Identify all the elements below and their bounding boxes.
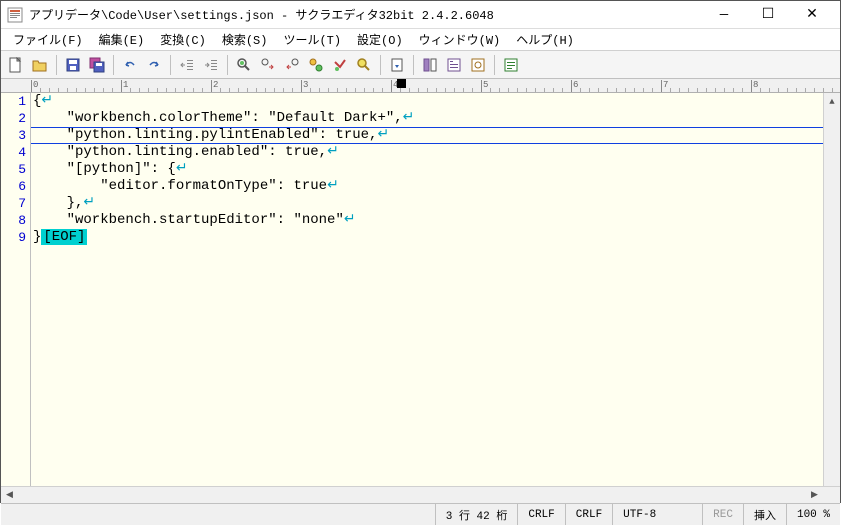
status-insert-mode: 挿入 (743, 504, 786, 525)
open-file-icon[interactable] (29, 54, 51, 76)
line-number: 9 (1, 229, 26, 246)
line-number: 8 (1, 212, 26, 229)
toolbar-separator (227, 55, 228, 75)
code-editor[interactable]: {↵ "workbench.colorTheme": "Default Dark… (31, 93, 823, 486)
toolbar-separator (380, 55, 381, 75)
macro-icon[interactable] (500, 54, 522, 76)
line-number: 2 (1, 110, 26, 127)
replace-icon[interactable] (305, 54, 327, 76)
outdent-icon[interactable] (176, 54, 198, 76)
menu-tool[interactable]: ツール(T) (275, 29, 349, 50)
toolbar-separator (494, 55, 495, 75)
search-prev-icon[interactable] (281, 54, 303, 76)
jump-icon[interactable] (386, 54, 408, 76)
titlebar: アプリデータ\Code\User\settings.json - サクラエディタ… (1, 1, 840, 29)
toolbar-separator (413, 55, 414, 75)
type-list-icon[interactable] (443, 54, 465, 76)
vertical-scrollbar[interactable]: ▲ (823, 93, 840, 486)
code-line[interactable]: "editor.formatOnType": true↵ (33, 178, 823, 195)
new-file-icon[interactable] (5, 54, 27, 76)
menu-edit[interactable]: 編集(E) (91, 29, 153, 50)
statusbar: 3 行 42 桁 CRLF CRLF UTF-8 REC 挿入 100 % (1, 503, 840, 525)
redo-icon[interactable] (143, 54, 165, 76)
outline-icon[interactable] (419, 54, 441, 76)
code-line[interactable]: {↵ (33, 93, 823, 110)
status-eol-file: CRLF (517, 504, 564, 525)
crlf-icon: ↵ (83, 195, 95, 211)
menu-settings[interactable]: 設定(O) (349, 29, 411, 50)
status-eol-line: CRLF (565, 504, 612, 525)
save-icon[interactable] (62, 54, 84, 76)
ruler: 0123456789 (1, 79, 840, 93)
maximize-button[interactable]: ☐ (746, 1, 790, 29)
menubar: ファイル(F) 編集(E) 変換(C) 検索(S) ツール(T) 設定(O) ウ… (1, 29, 840, 51)
crlf-icon: ↵ (327, 178, 339, 194)
grep-icon[interactable] (353, 54, 375, 76)
undo-icon[interactable] (119, 54, 141, 76)
status-position: 3 行 42 桁 (435, 504, 518, 525)
menu-search[interactable]: 検索(S) (214, 29, 276, 50)
crlf-icon: ↵ (327, 144, 339, 160)
menu-convert[interactable]: 変換(C) (152, 29, 214, 50)
crlf-icon: ↵ (377, 127, 389, 143)
scroll-right-icon[interactable]: ▶ (806, 487, 823, 503)
scroll-up-icon[interactable]: ▲ (824, 93, 840, 110)
code-line[interactable]: "[python]": {↵ (33, 161, 823, 178)
search-icon[interactable] (233, 54, 255, 76)
minimize-button[interactable]: — (702, 1, 746, 29)
code-line[interactable]: "python.linting.enabled": true,↵ (33, 144, 823, 161)
line-number: 5 (1, 161, 26, 178)
code-line[interactable]: },↵ (33, 195, 823, 212)
code-line[interactable]: "workbench.colorTheme": "Default Dark+",… (33, 110, 823, 127)
crlf-icon: ↵ (344, 212, 356, 228)
search-next-icon[interactable] (257, 54, 279, 76)
scroll-left-icon[interactable]: ◀ (1, 487, 18, 503)
toolbar-separator (56, 55, 57, 75)
save-all-icon[interactable] (86, 54, 108, 76)
line-number: 4 (1, 144, 26, 161)
status-rec: REC (702, 504, 743, 525)
mark-icon[interactable] (329, 54, 351, 76)
crlf-icon: ↵ (403, 110, 415, 126)
code-line[interactable]: }[EOF] (33, 229, 823, 246)
code-line[interactable]: "workbench.startupEditor": "none"↵ (33, 212, 823, 229)
horizontal-scrollbar[interactable]: ◀ ▶ (1, 486, 840, 503)
menu-window[interactable]: ウィンドウ(W) (411, 29, 509, 50)
code-line[interactable]: "python.linting.pylintEnabled": true,↵ (33, 127, 823, 144)
toolbar (1, 51, 840, 79)
line-number: 7 (1, 195, 26, 212)
toolbar-separator (113, 55, 114, 75)
scroll-corner (823, 487, 840, 503)
menu-file[interactable]: ファイル(F) (5, 29, 91, 50)
close-button[interactable]: ✕ (790, 1, 834, 29)
common-settings-icon[interactable] (467, 54, 489, 76)
editor-area: 123456789 {↵ "workbench.colorTheme": "De… (1, 93, 840, 486)
app-icon (7, 7, 23, 23)
line-number-gutter: 123456789 (1, 93, 31, 486)
scroll-track[interactable] (18, 487, 806, 503)
status-encoding: UTF-8 (612, 504, 702, 525)
status-zoom: 100 % (786, 504, 840, 525)
line-number: 1 (1, 93, 26, 110)
crlf-icon: ↵ (41, 93, 53, 109)
window-title: アプリデータ\Code\User\settings.json - サクラエディタ… (29, 6, 702, 23)
menu-help[interactable]: ヘルプ(H) (508, 29, 582, 50)
line-number: 3 (1, 127, 26, 144)
line-number: 6 (1, 178, 26, 195)
indent-icon[interactable] (200, 54, 222, 76)
crlf-icon: ↵ (176, 161, 188, 177)
toolbar-separator (170, 55, 171, 75)
eof-marker: [EOF] (41, 229, 87, 245)
